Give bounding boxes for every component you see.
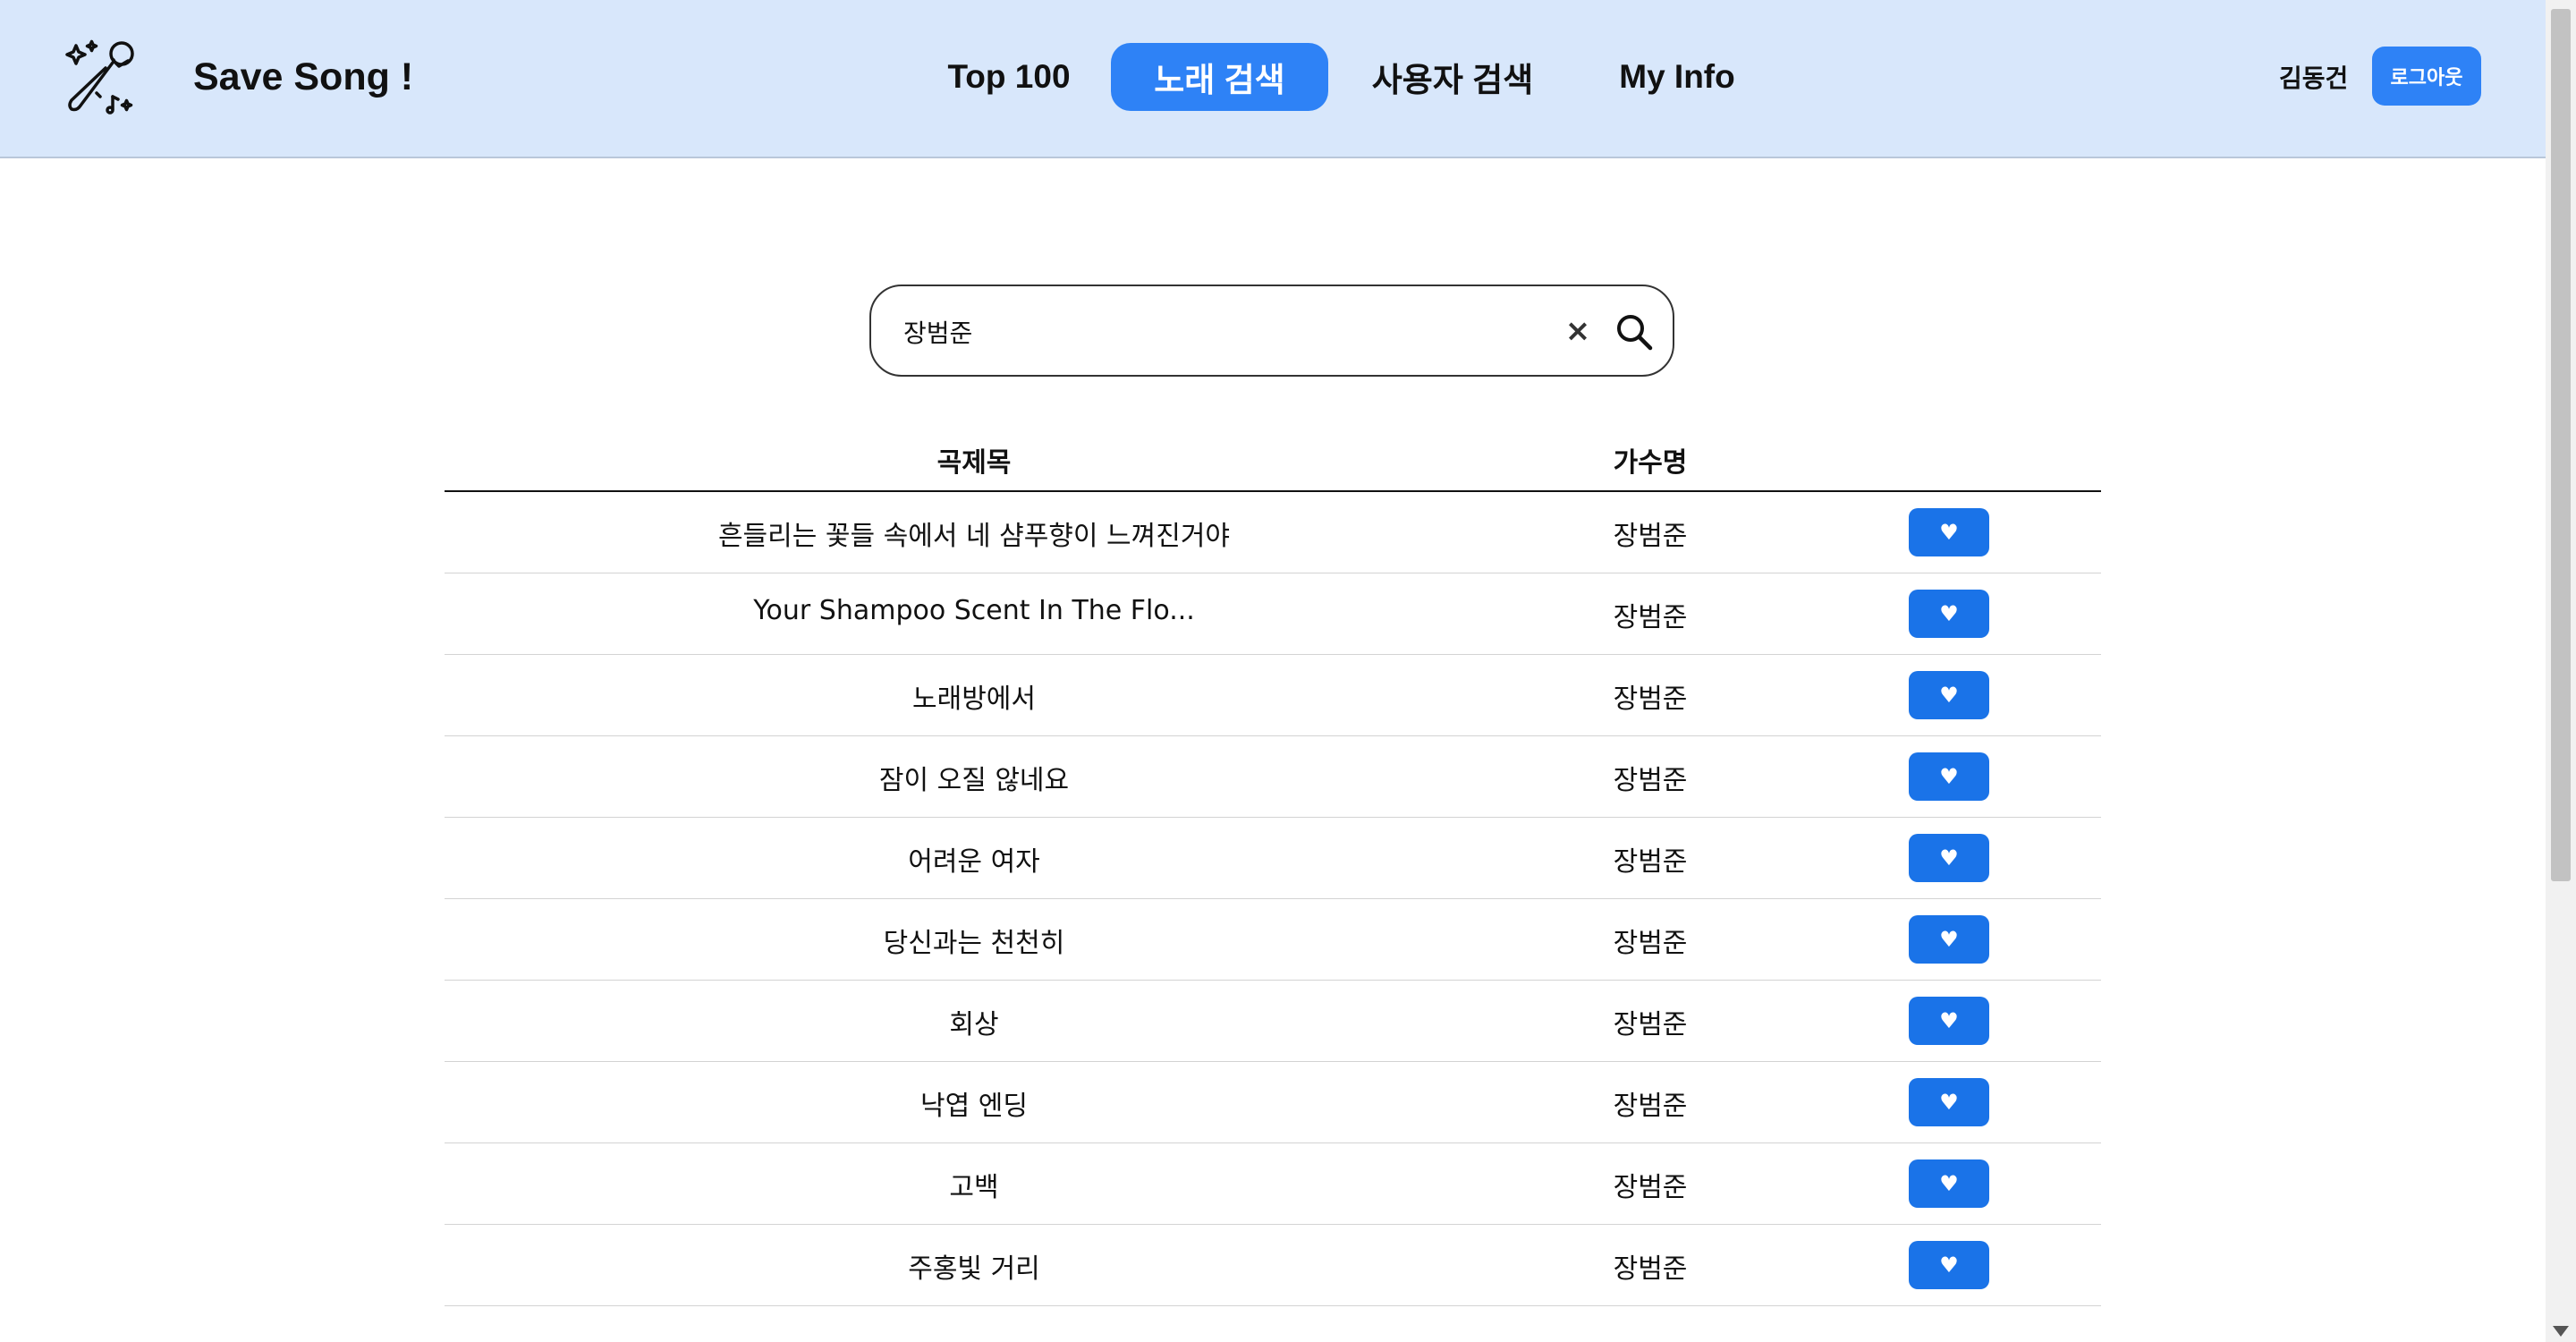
- scroll-down-icon[interactable]: [2553, 1326, 2569, 1337]
- table-row: 노래방에서 장범준 ♥: [445, 655, 2101, 736]
- like-button[interactable]: ♥: [1909, 1078, 1989, 1126]
- table-row: 낙엽 엔딩 장범준 ♥: [445, 1062, 2101, 1143]
- song-artist: 장범준: [1613, 1172, 1688, 1203]
- like-button[interactable]: ♥: [1909, 671, 1989, 719]
- nav-song-search[interactable]: 노래 검색: [1111, 43, 1328, 111]
- top-header: Save Song ! Top 100 노래 검색 사용자 검색 My Info…: [0, 0, 2546, 158]
- page: Save Song ! Top 100 노래 검색 사용자 검색 My Info…: [0, 0, 2576, 1342]
- song-title: 회상: [949, 1009, 999, 1040]
- song-title: 고백: [949, 1172, 999, 1203]
- table-row: Your Shampoo Scent In The Flo... 장범준 ♥: [445, 573, 2101, 655]
- username-label: 김동건: [2279, 64, 2349, 93]
- song-artist: 장범준: [1613, 846, 1688, 878]
- nav-my-info[interactable]: My Info: [1592, 43, 1762, 111]
- like-button[interactable]: ♥: [1909, 915, 1989, 964]
- table-row: 흔들리는 꽃들 속에서 네 샴푸향이 느껴진거야 장범준 ♥: [445, 492, 2101, 573]
- song-title: 잠이 오질 않네요: [878, 765, 1070, 796]
- table-row: 주홍빛 거리 장범준 ♥: [445, 1225, 2101, 1306]
- table-row: 어려운 여자 장범준 ♥: [445, 818, 2101, 899]
- song-title: 흔들리는 꽃들 속에서 네 샴푸향이 느껴진거야: [717, 521, 1231, 552]
- song-artist: 장범준: [1613, 1253, 1688, 1285]
- scrollbar-thumb[interactable]: [2551, 9, 2571, 881]
- like-button[interactable]: ♥: [1909, 834, 1989, 882]
- microphone-icon[interactable]: [61, 34, 147, 120]
- song-title: Your Shampoo Scent In The Flo...: [753, 595, 1195, 626]
- table-header: 곡제목 가수명: [445, 428, 2101, 492]
- song-title: 낙엽 엔딩: [920, 1091, 1028, 1122]
- nav-user-search[interactable]: 사용자 검색: [1354, 43, 1551, 111]
- song-artist: 장범준: [1613, 1091, 1688, 1122]
- clear-icon[interactable]: ×: [1558, 311, 1597, 351]
- search-bar: ×: [869, 285, 1674, 377]
- like-button[interactable]: ♥: [1909, 508, 1989, 556]
- search-input[interactable]: [903, 310, 1512, 354]
- song-artist: 장범준: [1613, 521, 1688, 552]
- song-artist: 장범준: [1613, 602, 1688, 633]
- logout-button[interactable]: 로그아웃: [2372, 47, 2481, 106]
- song-artist: 장범준: [1613, 684, 1688, 715]
- like-button[interactable]: ♥: [1909, 590, 1989, 638]
- table-row: 고백 장범준 ♥: [445, 1143, 2101, 1225]
- like-button[interactable]: ♥: [1909, 1241, 1989, 1289]
- song-table: 곡제목 가수명 흔들리는 꽃들 속에서 네 샴푸향이 느껴진거야 장범준 ♥ Y…: [445, 428, 2101, 1306]
- like-button[interactable]: ♥: [1909, 997, 1989, 1045]
- song-artist: 장범준: [1613, 928, 1688, 959]
- song-title: 주홍빛 거리: [908, 1253, 1040, 1285]
- nav-top100[interactable]: Top 100: [930, 43, 1088, 111]
- header-artist: 가수명: [1613, 447, 1688, 479]
- header-song-title: 곡제목: [936, 447, 1012, 479]
- table-row: 회상 장범준 ♥: [445, 981, 2101, 1062]
- song-artist: 장범준: [1613, 765, 1688, 796]
- table-row: 당신과는 천천히 장범준 ♥: [445, 899, 2101, 981]
- song-artist: 장범준: [1613, 1009, 1688, 1040]
- table-row: 잠이 오질 않네요 장범준 ♥: [445, 736, 2101, 818]
- song-title: 노래방에서: [912, 684, 1036, 715]
- search-icon[interactable]: [1614, 311, 1655, 352]
- like-button[interactable]: ♥: [1909, 752, 1989, 801]
- app-title[interactable]: Save Song !: [193, 55, 413, 99]
- vertical-scrollbar[interactable]: [2546, 0, 2576, 1342]
- like-button[interactable]: ♥: [1909, 1159, 1989, 1208]
- song-title: 당신과는 천천히: [883, 928, 1065, 959]
- song-title: 어려운 여자: [908, 846, 1040, 878]
